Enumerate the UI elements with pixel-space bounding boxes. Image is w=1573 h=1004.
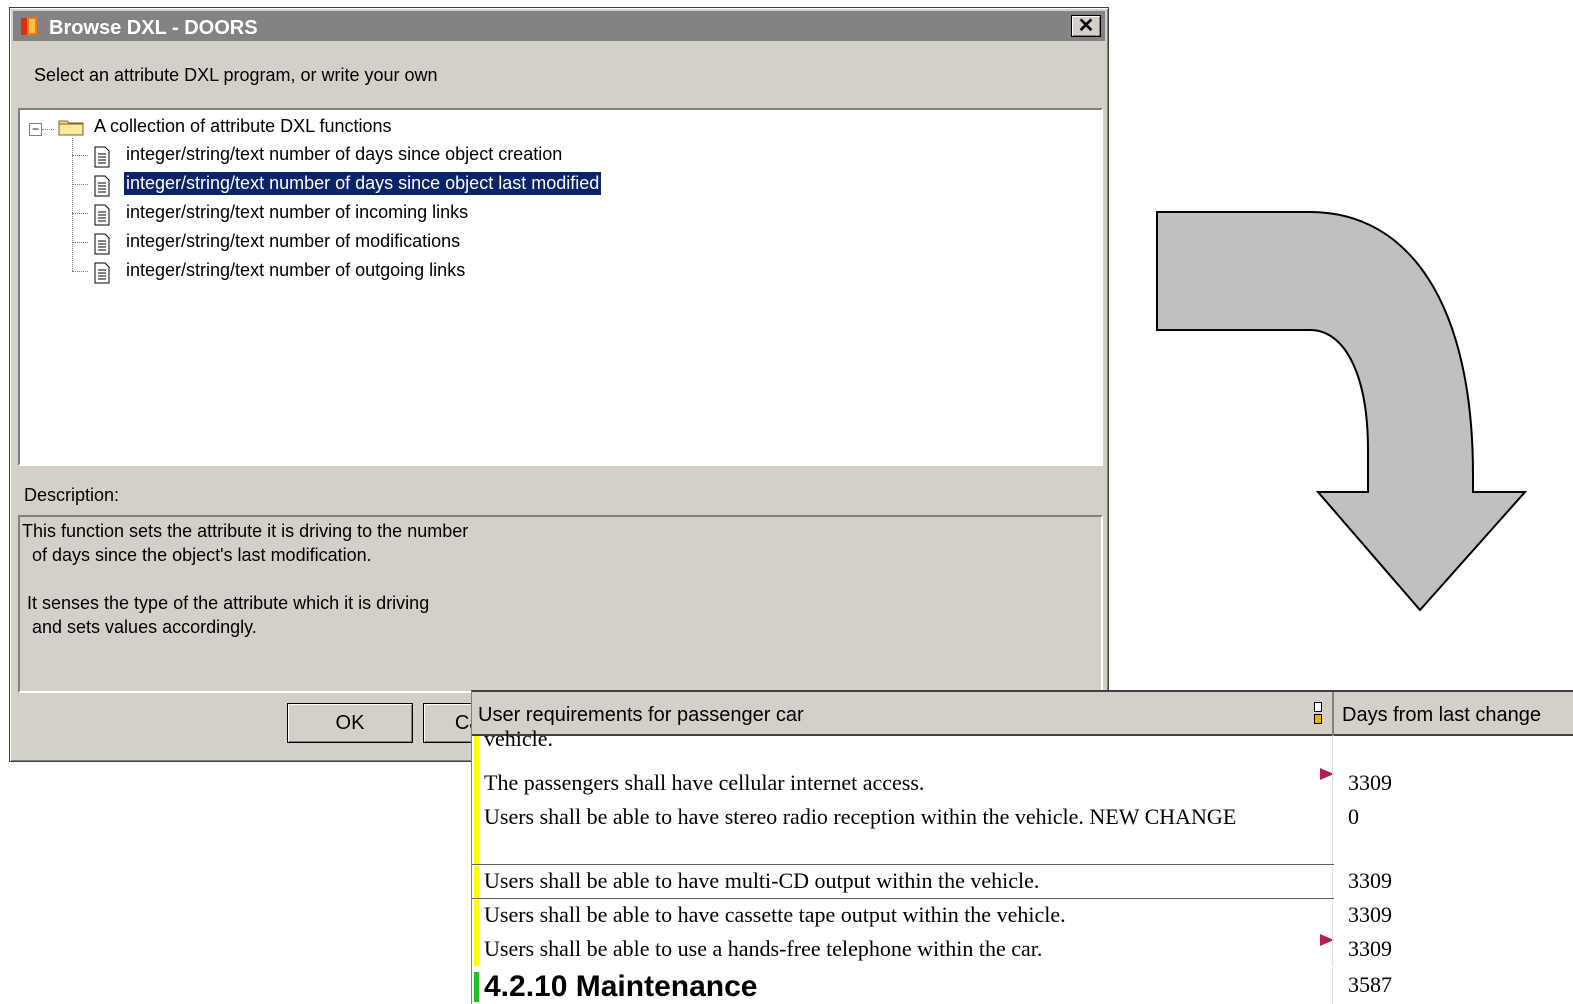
close-button[interactable]: ✕ [1071,15,1101,37]
row-text: Users shall be able to use a hands-free … [484,936,1043,961]
description-line: of days since the object's last modifica… [22,545,372,565]
description-label: Description: [24,485,120,505]
tree-item-label: integer/string/text number of days since… [126,144,563,164]
row-text: vehicle. [484,726,554,751]
module-row[interactable]: Users shall be able to have multi-CD out… [472,866,1573,898]
row-text: Users shall be able to have cassette tap… [484,902,1066,927]
tree-connector [72,155,88,156]
column-divider [1332,766,1333,800]
row-divider [472,864,1334,865]
tree-connector [72,242,88,243]
row-status-bar [474,900,479,932]
row-status-bar [474,972,479,1002]
change-flag-icon [1320,934,1334,946]
browse-dxl-dialog: Browse DXL - DOORS ✕ Select an attribute… [9,7,1109,762]
row-value: 3587 [1348,972,1392,997]
collapse-toggle-icon[interactable]: − [29,123,42,136]
tree-root-label: A collection of attribute DXL functions [94,116,392,136]
row-status-bar [474,932,479,966]
document-icon [94,204,110,226]
row-divider [472,898,1334,899]
module-row[interactable]: Users shall be able to use a hands-free … [472,932,1573,966]
ok-button[interactable]: OK [287,703,413,743]
tree-item-label: integer/string/text number of modificati… [126,231,461,251]
column-resize-handle-icon[interactable] [1314,702,1322,724]
module-row[interactable]: Users shall be able to have cassette tap… [472,900,1573,932]
tree-item-label: integer/string/text number of outgoing l… [126,260,466,280]
row-status-bar [474,800,479,864]
column-header-days-from-last-change[interactable]: Days from last change [1342,704,1541,727]
column-divider [1332,736,1333,766]
tree-item-modifications[interactable]: integer/string/text number of modificati… [124,230,462,256]
column-divider [1332,968,1333,1004]
tree-item-incoming-links[interactable]: integer/string/text number of incoming l… [124,201,470,227]
module-row[interactable]: The passengers shall have cellular inter… [472,766,1573,800]
row-value: 3309 [1348,902,1392,927]
row-status-bar [474,736,479,766]
description-line: It senses the type of the attribute whic… [22,593,430,613]
row-text: Users shall be able to have multi-CD out… [484,868,1040,893]
column-divider [1332,900,1333,932]
document-icon [94,175,110,197]
column-divider [1332,932,1333,966]
row-value: 3309 [1348,936,1392,961]
curved-down-arrow-icon [1156,211,1528,612]
column-divider [1332,866,1333,898]
row-text: Users shall be able to have stereo radio… [484,804,1237,829]
tree-item-outgoing-links[interactable]: integer/string/text number of outgoing l… [124,259,467,285]
document-icon [94,146,110,168]
module-row-heading[interactable]: 4.2.10 Maintenance 3587 [472,968,1573,1004]
column-divider [1332,800,1333,864]
doors-app-icon [21,17,37,35]
row-value: 0 [1348,804,1359,829]
tree-item-label: integer/string/text number of incoming l… [126,202,469,222]
document-icon [94,233,110,255]
dialog-title: Browse DXL - DOORS [49,17,258,39]
section-heading: 4.2.10 Maintenance [484,970,758,1003]
row-value: 3309 [1348,868,1392,893]
description-line: and sets values accordingly. [22,617,257,637]
row-value: 3309 [1348,770,1392,795]
column-separator[interactable] [1332,692,1334,736]
tree-connector [72,213,88,214]
tree-item-days-since-creation[interactable]: integer/string/text number of days since… [124,143,564,169]
row-status-bar [474,866,479,898]
tree-connector [72,184,88,185]
tree-item-label: integer/string/text number of days since… [122,171,603,196]
description-box: This function sets the attribute it is d… [18,515,1103,693]
document-icon [94,262,110,284]
description-line: This function sets the attribute it is d… [22,521,469,541]
prompt-text: Select an attribute DXL program, or writ… [34,65,438,85]
tree-root-item[interactable]: A collection of attribute DXL functions [92,115,394,141]
row-text: The passengers shall have cellular inter… [484,770,925,795]
title-bar[interactable]: Browse DXL - DOORS ✕ [13,11,1105,41]
tree-item-days-since-last-modified[interactable]: integer/string/text number of days since… [122,171,603,198]
module-row[interactable]: Users shall be able to have stereo radio… [472,800,1573,864]
row-status-bar [474,766,479,800]
module-view: User requirements for passenger car Days… [471,690,1573,1004]
change-flag-icon [1320,768,1334,780]
dxl-function-tree[interactable]: − A collection of attribute DXL function… [18,108,1103,466]
tree-connector-vertical [72,138,73,271]
folder-icon [58,120,84,136]
tree-connector [42,129,54,130]
tree-connector [72,271,88,272]
module-row[interactable]: vehicle. [472,726,1573,766]
